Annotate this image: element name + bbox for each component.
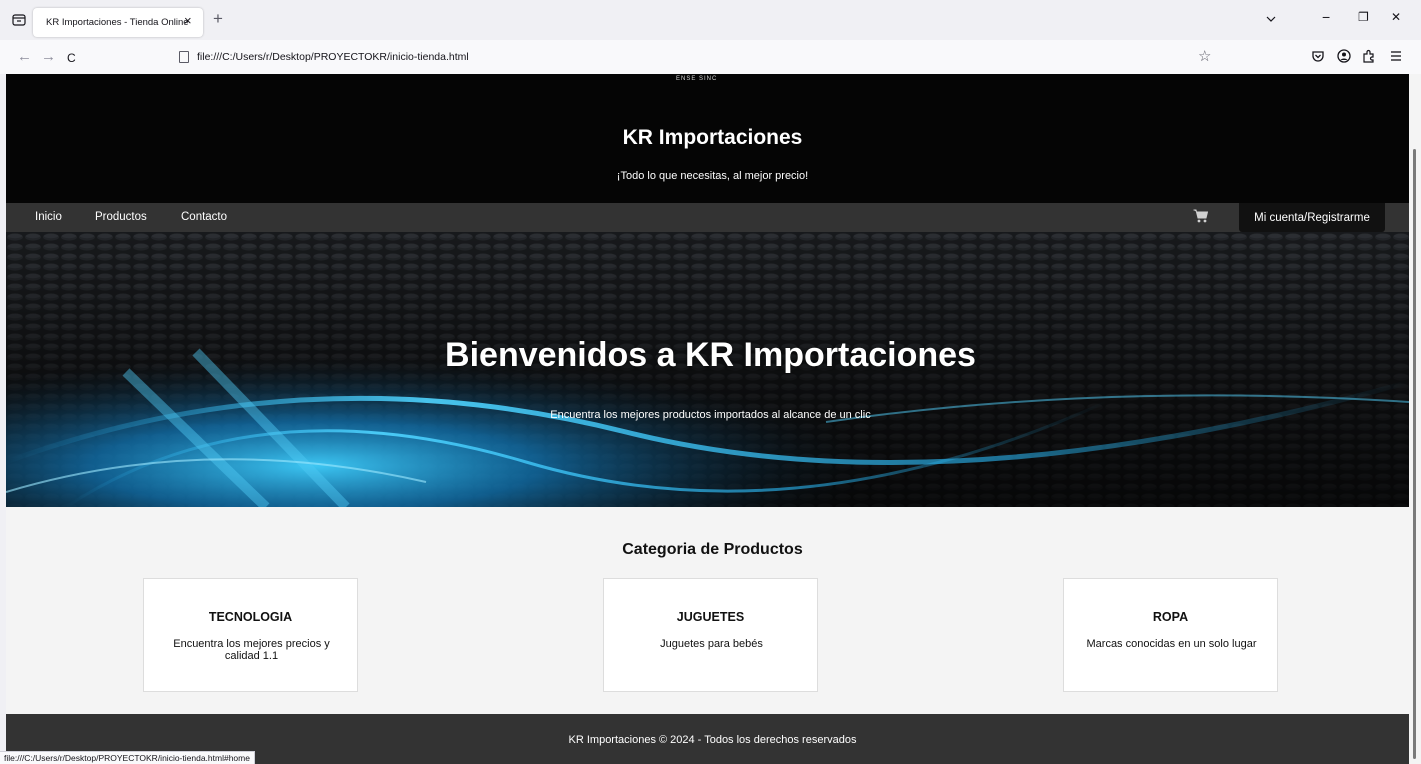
menu-icon[interactable] <box>1388 48 1404 64</box>
window-minimize-button[interactable]: − <box>1322 10 1330 24</box>
categories-heading: Categoria de Productos <box>622 541 803 558</box>
category-card-ropa[interactable]: ROPA Marcas conocidas en un solo lugar <box>1063 578 1278 692</box>
hero-title: Bienvenidos a KR Importaciones <box>445 336 976 374</box>
new-tab-button[interactable]: + <box>213 10 223 27</box>
chevron-down-icon[interactable] <box>1265 13 1277 25</box>
tab-list-icon[interactable] <box>12 14 26 26</box>
url-bar[interactable]: file:///C:/Users/r/Desktop/PROYECTOKR/in… <box>172 45 1222 70</box>
logo: ENSE SINC <box>676 76 718 82</box>
web-page: ENSE SINC KR Importaciones ¡Todo lo que … <box>6 74 1409 764</box>
bookmark-star-icon[interactable]: ☆ <box>1198 47 1211 65</box>
url-text[interactable]: file:///C:/Users/r/Desktop/PROYECTOKR/in… <box>197 51 469 63</box>
tab-title: KR Importaciones - Tienda Online <box>46 17 189 28</box>
site-header: ENSE SINC KR Importaciones ¡Todo lo que … <box>6 74 1409 203</box>
extensions-icon[interactable] <box>1361 48 1377 64</box>
nav-link-productos[interactable]: Productos <box>95 211 147 223</box>
site-tagline: ¡Todo lo que necesitas, al mejor precio! <box>616 170 809 182</box>
category-title: TECNOLOGIA <box>208 610 293 624</box>
window-close-button[interactable]: ✕ <box>1391 10 1401 24</box>
pocket-icon[interactable] <box>1310 48 1326 64</box>
scrollbar-thumb[interactable] <box>1413 149 1416 759</box>
nav-link-contacto[interactable]: Contacto <box>181 211 227 223</box>
site-title: KR Importaciones <box>622 126 803 149</box>
category-title: JUGUETES <box>676 610 745 624</box>
cart-icon[interactable] <box>1193 209 1208 223</box>
window-restore-button[interactable]: ❐ <box>1358 10 1369 24</box>
page-scrollbar[interactable] <box>1409 74 1421 764</box>
category-description: Marcas conocidas en un solo lugar <box>1086 638 1257 650</box>
tab-close-icon[interactable]: × <box>184 14 192 27</box>
hero-subtitle: Encuentra los mejores productos importad… <box>550 409 871 421</box>
footer-text: KR Importaciones © 2024 - Todos los dere… <box>568 734 857 746</box>
back-button[interactable]: ← <box>17 49 32 64</box>
account-button[interactable]: Mi cuenta/Registrarme <box>1239 203 1385 232</box>
category-card-tecnologia[interactable]: TECNOLOGIA Encuentra los mejores precios… <box>143 578 358 692</box>
category-description: Encuentra los mejores precios y calidad … <box>173 638 330 662</box>
category-title: ROPA <box>1152 610 1189 624</box>
reload-button[interactable]: C <box>67 51 76 65</box>
page-icon <box>179 51 189 63</box>
forward-button[interactable]: → <box>41 49 56 64</box>
status-bar: file:///C:/Users/r/Desktop/PROYECTOKR/in… <box>0 751 255 764</box>
nav-link-inicio[interactable]: Inicio <box>35 211 62 223</box>
category-description: Juguetes para bebés <box>660 638 763 650</box>
site-nav: Inicio Productos Contacto Mi cuenta/Regi… <box>6 203 1409 232</box>
category-card-juguetes[interactable]: JUGUETES Juguetes para bebés <box>603 578 818 692</box>
browser-tab-active[interactable]: KR Importaciones - Tienda Online × <box>33 8 203 37</box>
account-icon[interactable] <box>1336 48 1352 64</box>
browser-tab-bar: KR Importaciones - Tienda Online × + − ❐… <box>0 0 1421 40</box>
hero-banner: Bienvenidos a KR Importaciones Encuentra… <box>6 232 1409 507</box>
